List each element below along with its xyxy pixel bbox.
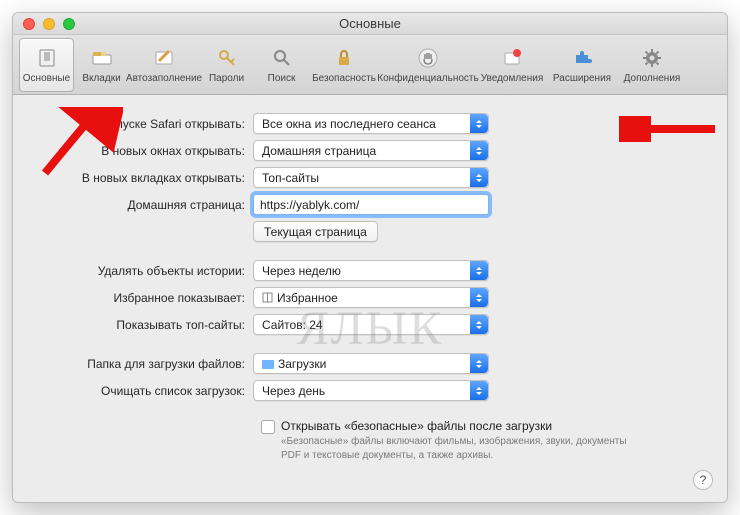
homepage-input[interactable] [253, 194, 489, 215]
select-value: Сайтов: 24 [262, 318, 323, 332]
label-new-windows: В новых окнах открывать: [33, 144, 253, 158]
select-value: Домашняя страница [262, 144, 376, 158]
book-icon [262, 292, 273, 303]
tab-label: Вкладки [82, 73, 120, 84]
tab-advanced[interactable]: Дополнения [617, 38, 687, 92]
safe-files-desc: «Безопасные» файлы включают фильмы, изоб… [281, 435, 641, 463]
chevron-updown-icon [470, 168, 488, 187]
tab-label: Уведомления [481, 73, 544, 84]
chevron-updown-icon [470, 354, 488, 373]
tab-label: Поиск [268, 73, 296, 84]
switch-icon [34, 45, 60, 71]
hand-icon [415, 45, 441, 71]
chevron-updown-icon [470, 381, 488, 400]
select-new-windows[interactable]: Домашняя страница [253, 140, 489, 161]
chevron-updown-icon [470, 141, 488, 160]
label-favorites: Избранное показывает: [33, 291, 253, 305]
select-value: Избранное [262, 291, 338, 305]
tab-security[interactable]: Безопасность [309, 38, 379, 92]
tab-privacy[interactable]: Конфиденциальность [379, 38, 477, 92]
select-value: Топ-сайты [262, 171, 319, 185]
select-value: Загрузки [262, 357, 326, 371]
select-new-tabs[interactable]: Топ-сайты [253, 167, 489, 188]
select-launch[interactable]: Все окна из последнего сеанса [253, 113, 489, 134]
bell-icon [499, 45, 525, 71]
tab-extensions[interactable]: Расширения [547, 38, 617, 92]
tabs-icon [89, 45, 115, 71]
tab-search[interactable]: Поиск [254, 38, 309, 92]
tab-label: Расширения [553, 73, 611, 84]
safe-files-checkbox[interactable] [261, 420, 275, 434]
label-homepage: Домашняя страница: [33, 198, 253, 212]
safe-files-label: Открывать «безопасные» файлы после загру… [281, 419, 641, 433]
key-icon [214, 45, 240, 71]
gear-icon [639, 45, 665, 71]
chevron-updown-icon [470, 315, 488, 334]
puzzle-icon [569, 45, 595, 71]
tab-label: Пароли [209, 73, 244, 84]
chevron-updown-icon [470, 288, 488, 307]
select-value: Через день [262, 384, 325, 398]
tab-label: Автозаполнение [126, 73, 202, 84]
tab-label: Безопасность [312, 73, 376, 84]
select-value: Через неделю [262, 264, 341, 278]
label-launch: При запуске Safari открывать: [33, 117, 253, 131]
pencil-icon [151, 45, 177, 71]
window-title: Основные [13, 16, 727, 31]
label-downloads-folder: Папка для загрузки файлов: [33, 357, 253, 371]
select-downloads-folder[interactable]: Загрузки [253, 353, 489, 374]
chevron-updown-icon [470, 261, 488, 280]
tab-label: Основные [23, 73, 70, 84]
label-history: Удалять объекты истории: [33, 264, 253, 278]
general-pane: При запуске Safari открывать: Все окна и… [13, 95, 727, 502]
help-button[interactable]: ? [693, 470, 713, 490]
tab-notifications[interactable]: Уведомления [477, 38, 547, 92]
tab-general[interactable]: Основные [19, 38, 74, 92]
toolbar: Основные Вкладки Автозаполнение Пароли П… [13, 35, 727, 95]
tab-label: Дополнения [624, 73, 681, 84]
tab-autofill[interactable]: Автозаполнение [129, 38, 199, 92]
titlebar: Основные [13, 13, 727, 35]
select-downloads-clear[interactable]: Через день [253, 380, 489, 401]
select-favorites[interactable]: Избранное [253, 287, 489, 308]
lock-icon [331, 45, 357, 71]
label-topsites: Показывать топ-сайты: [33, 318, 253, 332]
tab-label: Конфиденциальность [377, 73, 478, 84]
select-topsites[interactable]: Сайтов: 24 [253, 314, 489, 335]
safe-files-block: Открывать «безопасные» файлы после загру… [281, 419, 641, 463]
folder-icon [262, 357, 278, 371]
current-page-button[interactable]: Текущая страница [253, 221, 378, 242]
search-icon [269, 45, 295, 71]
preferences-window: Основные Основные Вкладки Автозаполнение [12, 12, 728, 503]
select-history[interactable]: Через неделю [253, 260, 489, 281]
select-value: Все окна из последнего сеанса [262, 117, 436, 131]
label-new-tabs: В новых вкладках открывать: [33, 171, 253, 185]
chevron-updown-icon [470, 114, 488, 133]
tab-passwords[interactable]: Пароли [199, 38, 254, 92]
label-downloads-clear: Очищать список загрузок: [33, 384, 253, 398]
tab-tabs[interactable]: Вкладки [74, 38, 129, 92]
